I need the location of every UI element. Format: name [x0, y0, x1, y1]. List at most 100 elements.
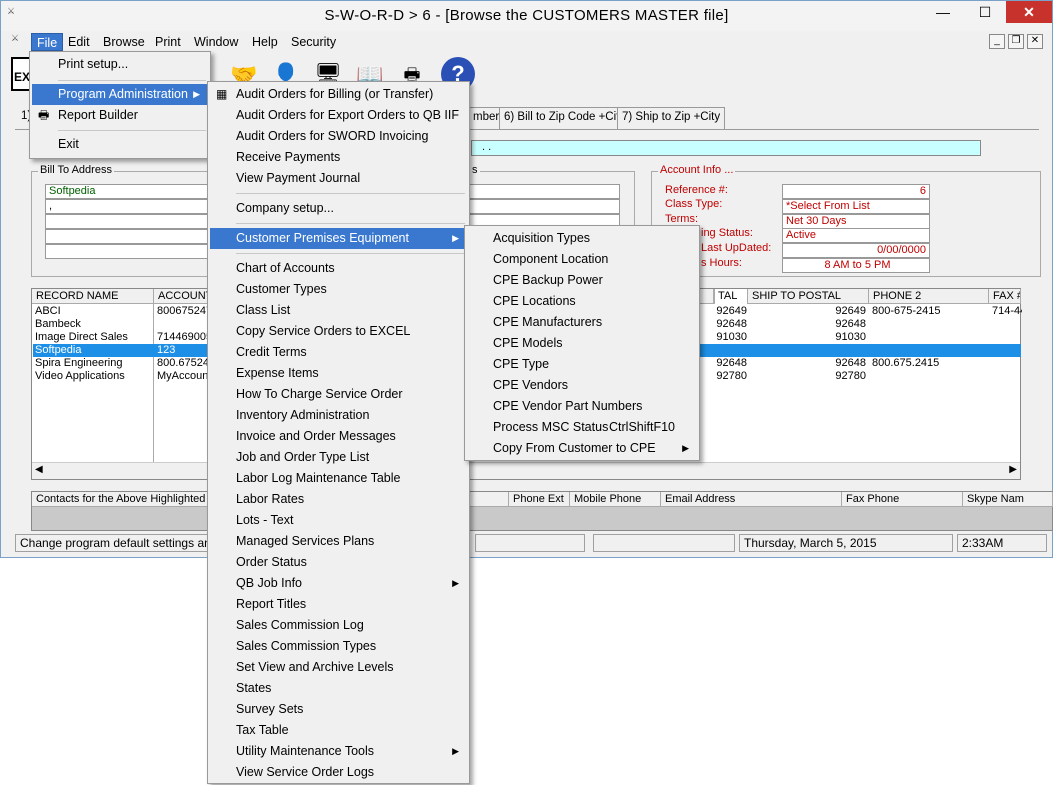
menu-item-cpe-models[interactable]: CPE Models — [467, 333, 697, 354]
grid-cell-ship[interactable]: 91030 — [750, 331, 866, 344]
reference-field[interactable]: 6 — [782, 184, 930, 199]
menu-item-copy-from-customer-to-cpe[interactable]: Copy From Customer to CPE ▶ — [467, 438, 697, 459]
close-button[interactable]: ✕ — [1006, 1, 1052, 23]
menu-item-invoice-and-order-messages[interactable]: Invoice and Order Messages — [210, 426, 467, 447]
menu-item-report-builder[interactable]: 🖶 Report Builder — [32, 105, 208, 126]
menu-item-set-view-and-archive-levels[interactable]: Set View and Archive Levels — [210, 657, 467, 678]
maximize-button[interactable]: ☐ — [968, 1, 1002, 23]
menu-item-component-location[interactable]: Component Location — [467, 249, 697, 270]
search-bar[interactable]: . . — [471, 140, 981, 156]
contacts-col-mobile[interactable]: Mobile Phone — [570, 492, 661, 507]
mdi-minimize-button[interactable]: _ — [989, 34, 1005, 49]
menu-item-managed-services-plans[interactable]: Managed Services Plans — [210, 531, 467, 552]
grid-cell-phone2[interactable]: 800-675-2415 — [872, 305, 987, 318]
mdi-restore-button[interactable]: ❐ — [1008, 34, 1024, 49]
menu-item-view-payment-journal[interactable]: View Payment Journal — [210, 168, 467, 189]
grid-cell-ship[interactable]: 92648 — [750, 357, 866, 370]
menu-item-expense-items[interactable]: Expense Items — [210, 363, 467, 384]
menu-item-utility-maintenance-tools[interactable]: Utility Maintenance Tools ▶ — [210, 741, 467, 762]
grid-cell-ship[interactable]: 92780 — [750, 370, 866, 383]
grid-cell-fax[interactable]: 714-44 — [992, 305, 1022, 318]
col-phone2[interactable]: PHONE 2 — [869, 289, 989, 304]
menu-item-cpe-manufacturers[interactable]: CPE Manufacturers — [467, 312, 697, 333]
contacts-col-fax[interactable]: Fax Phone — [842, 492, 963, 507]
menu-item-acquisition-types[interactable]: Acquisition Types — [467, 228, 697, 249]
menu-item-audit-orders-for-export-orders-to-qb-iif[interactable]: Audit Orders for Export Orders to QB IIF — [210, 105, 467, 126]
menu-item-copy-service-orders-to-excel[interactable]: Copy Service Orders to EXCEL — [210, 321, 467, 342]
menu-item-tax-table[interactable]: Tax Table — [210, 720, 467, 741]
menu-item-audit-orders-for-billing-or-transfer[interactable]: Audit Orders for Billing (or Transfer) ▦ — [210, 84, 467, 105]
menu-item-print-setup[interactable]: Print setup... — [32, 54, 208, 75]
menu-item-order-status[interactable]: Order Status — [210, 552, 467, 573]
menu-item-exit[interactable]: Exit — [32, 134, 208, 155]
terms-field[interactable]: Net 30 Days — [782, 214, 930, 229]
menu-item-inventory-administration[interactable]: Inventory Administration — [210, 405, 467, 426]
menu-item-chart-of-accounts[interactable]: Chart of Accounts — [210, 258, 467, 279]
menu-item-survey-sets[interactable]: Survey Sets — [210, 699, 467, 720]
contacts-col-skype[interactable]: Skype Nam — [963, 492, 1053, 507]
menu-file[interactable]: File — [31, 33, 64, 51]
col-record-name[interactable]: RECORD NAME — [32, 289, 154, 304]
hours-field[interactable]: 8 AM to 5 PM — [782, 258, 930, 273]
grid-cell-ship[interactable]: 92649 — [750, 305, 866, 318]
contacts-grid[interactable]: Contacts for the Above Highlighted C Pho… — [31, 491, 1053, 531]
mdi-close-button[interactable]: ✕ — [1027, 34, 1043, 49]
grid-cell-account[interactable]: MyAccoun — [157, 370, 212, 383]
menu-item-labor-rates[interactable]: Labor Rates — [210, 489, 467, 510]
menu-help[interactable]: Help — [247, 33, 283, 51]
menu-item-how-to-charge-service-order[interactable]: How To Charge Service Order — [210, 384, 467, 405]
menu-item-sales-commission-log[interactable]: Sales Commission Log — [210, 615, 467, 636]
menu-item-lots-text[interactable]: Lots - Text — [210, 510, 467, 531]
tab-ship-to-zip[interactable]: 7) Ship to Zip +City — [617, 107, 726, 129]
menu-item-class-list[interactable]: Class List — [210, 300, 467, 321]
grid-cell-account[interactable]: 714469005 — [157, 331, 212, 344]
grid-cell-name[interactable]: Softpedia — [35, 344, 153, 357]
grid-cell-ship[interactable]: 92648 — [750, 318, 866, 331]
menu-item-company-setup[interactable]: Company setup... — [210, 198, 467, 219]
menu-item-cpe-type[interactable]: CPE Type — [467, 354, 697, 375]
menu-print[interactable]: Print — [150, 33, 186, 51]
grid-cell-name[interactable]: Image Direct Sales — [35, 331, 153, 344]
menu-item-program-administration[interactable]: Program Administration ▶ — [32, 84, 208, 105]
menu-item-states[interactable]: States — [210, 678, 467, 699]
menu-window[interactable]: Window — [189, 33, 243, 51]
menu-item-customer-premises-equipment[interactable]: Customer Premises Equipment ▶ — [210, 228, 467, 249]
scroll-left-icon[interactable]: ◀ — [35, 464, 43, 475]
col-fax[interactable]: FAX # — [989, 289, 1021, 304]
last-updated-field[interactable]: 0/00/0000 — [782, 243, 930, 258]
status-field[interactable]: Active — [782, 228, 930, 243]
horizontal-scrollbar[interactable]: ◀ ▶ — [32, 462, 1020, 479]
grid-cell-account[interactable]: 800675247 — [157, 305, 212, 318]
menu-item-cpe-vendors[interactable]: CPE Vendors — [467, 375, 697, 396]
menu-item-qb-job-info[interactable]: QB Job Info ▶ — [210, 573, 467, 594]
grid-cell-account[interactable]: 123 — [157, 344, 212, 357]
contacts-col-phone-ext[interactable]: Phone Ext — [509, 492, 570, 507]
mdi-icon[interactable]: ⚔ — [11, 33, 29, 51]
menu-item-labor-log-maintenance-table[interactable]: Labor Log Maintenance Table — [210, 468, 467, 489]
contacts-col-email[interactable]: Email Address — [661, 492, 842, 507]
tab-bill-to-zip[interactable]: 6) Bill to Zip Code +City — [499, 107, 631, 129]
grid-cell-account[interactable]: 800.67524 — [157, 357, 212, 370]
grid-cell-name[interactable]: Video Applications — [35, 370, 153, 383]
grid-cell-phone2[interactable]: 800.675.2415 — [872, 357, 987, 370]
menu-item-report-titles[interactable]: Report Titles — [210, 594, 467, 615]
menu-item-cpe-backup-power[interactable]: CPE Backup Power — [467, 270, 697, 291]
menu-security[interactable]: Security — [286, 33, 341, 51]
scroll-right-icon[interactable]: ▶ — [1009, 464, 1017, 475]
grid-cell-name[interactable]: Bambeck — [35, 318, 153, 331]
menu-browse[interactable]: Browse — [98, 33, 150, 51]
class-type-field[interactable]: *Select From List — [782, 199, 930, 214]
menu-item-process-msc-status[interactable]: Process MSC Status CtrlShiftF10 — [467, 417, 697, 438]
minimize-button[interactable]: — — [926, 1, 960, 23]
contacts-col-name[interactable]: Contacts for the Above Highlighted C — [32, 492, 209, 507]
menu-item-sales-commission-types[interactable]: Sales Commission Types — [210, 636, 467, 657]
menu-item-customer-types[interactable]: Customer Types — [210, 279, 467, 300]
col-postal[interactable] — [714, 289, 715, 304]
grid-cell-name[interactable]: Spira Engineering — [35, 357, 153, 370]
menu-item-receive-payments[interactable]: Receive Payments — [210, 147, 467, 168]
menu-item-audit-orders-for-sword-invoicing[interactable]: Audit Orders for SWORD Invoicing — [210, 126, 467, 147]
menu-item-cpe-vendor-part-numbers[interactable]: CPE Vendor Part Numbers — [467, 396, 697, 417]
menu-item-job-and-order-type-list[interactable]: Job and Order Type List — [210, 447, 467, 468]
menu-item-cpe-locations[interactable]: CPE Locations — [467, 291, 697, 312]
menu-item-credit-terms[interactable]: Credit Terms — [210, 342, 467, 363]
